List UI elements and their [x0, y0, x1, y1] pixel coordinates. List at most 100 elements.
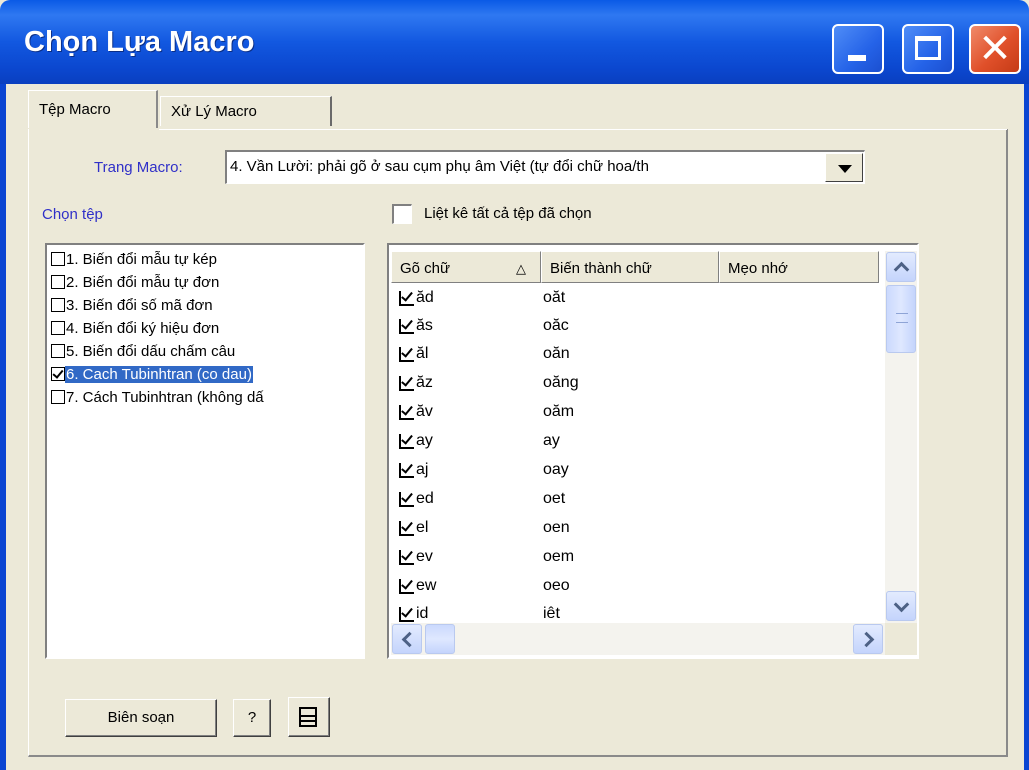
file-item[interactable]: 2. Biến đổi mẫu tự đơn [51, 274, 363, 296]
vertical-scrollbar[interactable] [885, 251, 917, 623]
go-chu-cell: ed [416, 490, 434, 507]
window-frame-right [1024, 84, 1029, 770]
column-header-label: Biến thành chữ [550, 260, 652, 277]
table-row[interactable]: ăv oăm [397, 401, 867, 429]
bien-thanh-cell: oeo [543, 577, 570, 594]
list-all-label: Liệt kê tất cả tệp đã chọn [424, 205, 592, 222]
row-checkbox[interactable] [399, 405, 414, 420]
bien-thanh-cell: oăc [543, 317, 569, 334]
chon-tep-label: Chọn tệp [42, 206, 103, 223]
row-checkbox[interactable] [399, 319, 414, 334]
go-chu-cell: ăv [416, 403, 433, 420]
trang-macro-select[interactable]: 4. Vần Lười: phải gõ ở sau cụm phụ âm Vi… [225, 150, 865, 184]
title-bar[interactable]: Chọn Lựa Macro ✕ [0, 0, 1029, 84]
minimize-button[interactable] [832, 24, 884, 74]
row-checkbox[interactable] [399, 347, 414, 362]
table-row[interactable]: ay ay [397, 430, 867, 458]
tab-divider [159, 129, 1007, 130]
file-label: 1. Biến đổi mẫu tự kép [66, 251, 217, 268]
go-chu-cell: ăd [416, 289, 434, 306]
column-header-label: Mẹo nhớ [728, 260, 788, 277]
file-label: 4. Biến đổi ký hiệu đơn [66, 320, 220, 337]
table-row[interactable]: ăl oăn [397, 343, 867, 371]
table-row[interactable]: ăz oăng [397, 372, 867, 400]
scroll-down-button[interactable] [886, 591, 916, 621]
scroll-right-button[interactable] [853, 624, 883, 654]
scroll-up-button[interactable] [886, 252, 916, 282]
column-header-label: Gõ chữ [400, 260, 451, 277]
column-header-meo-nho[interactable]: Mẹo nhớ [719, 251, 879, 283]
close-button[interactable]: ✕ [969, 24, 1021, 74]
edit-button[interactable]: Biên soạn [65, 699, 217, 737]
go-chu-cell: ăl [416, 345, 429, 362]
file-item[interactable]: 5. Biến đổi dấu chấm câu [51, 343, 363, 365]
tab-xu-ly-macro[interactable]: Xử Lý Macro [160, 96, 332, 126]
maximize-button[interactable] [902, 24, 954, 74]
table-row[interactable]: ed oet [397, 488, 867, 516]
tab-tep-macro[interactable]: Tệp Macro [28, 90, 158, 128]
file-item[interactable]: 7. Cách Tubinhtran (không dấ [51, 389, 363, 411]
horizontal-scrollbar[interactable] [391, 623, 885, 655]
file-label: 2. Biến đổi mẫu tự đơn [66, 274, 220, 291]
scroll-down-icon [893, 596, 910, 613]
scroll-left-icon [401, 631, 418, 648]
file-checkbox[interactable] [51, 390, 65, 404]
file-checkbox[interactable] [51, 344, 65, 358]
bien-thanh-cell: ay [543, 432, 560, 449]
row-checkbox[interactable] [399, 463, 414, 478]
dropdown-button[interactable] [825, 153, 863, 182]
bien-thanh-cell: oet [543, 490, 566, 507]
file-list[interactable]: 1. Biến đổi mẫu tự kép 2. Biến đổi mẫu t… [45, 243, 365, 659]
file-item[interactable]: 3. Biến đổi số mã đơn [51, 297, 363, 319]
row-checkbox[interactable] [399, 579, 414, 594]
file-item[interactable]: 4. Biến đổi ký hiệu đơn [51, 320, 363, 342]
window-title: Chọn Lựa Macro [24, 26, 255, 58]
row-checkbox[interactable] [399, 434, 414, 449]
row-checkbox[interactable] [399, 291, 414, 306]
row-checkbox[interactable] [399, 550, 414, 565]
row-checkbox[interactable] [399, 492, 414, 507]
file-item-selected[interactable]: 6. Cach Tubinhtran (co dau) [51, 366, 363, 388]
row-checkbox[interactable] [399, 521, 414, 536]
table-row[interactable]: ew oeo [397, 575, 867, 603]
scroll-up-icon [893, 261, 910, 278]
go-chu-cell: id [416, 605, 429, 622]
go-chu-cell: ev [416, 548, 433, 565]
layout-button[interactable] [288, 697, 330, 737]
file-checkbox[interactable] [51, 252, 65, 266]
file-item[interactable]: 1. Biến đổi mẫu tự kép [51, 251, 363, 273]
column-header-bien-thanh-chu[interactable]: Biến thành chữ [541, 251, 719, 283]
table-row[interactable]: ev oem [397, 546, 867, 574]
row-checkbox[interactable] [399, 376, 414, 391]
scroll-left-button[interactable] [392, 624, 422, 654]
bien-thanh-cell: oen [543, 519, 570, 536]
go-chu-cell: ew [416, 577, 437, 594]
vertical-scroll-thumb[interactable] [886, 285, 916, 353]
table-row[interactable]: el oen [397, 517, 867, 545]
table-row[interactable]: ăs oăc [397, 315, 867, 343]
file-checkbox-checked[interactable] [51, 367, 65, 381]
column-header-go-chu[interactable]: Gõ chữ △ [391, 251, 541, 283]
file-label: 5. Biến đổi dấu chấm câu [66, 343, 236, 360]
list-all-checkbox[interactable] [392, 203, 412, 224]
bien-thanh-cell: iêt [543, 605, 560, 622]
table-row[interactable]: ăd oăt [397, 287, 867, 315]
go-chu-cell: ăz [416, 374, 433, 391]
row-checkbox[interactable] [399, 607, 414, 622]
bien-thanh-cell: oay [543, 461, 569, 478]
macro-grid[interactable]: Gõ chữ △ Biến thành chữ Mẹo nhớ ăd oăt ăs… [387, 243, 919, 659]
horizontal-scroll-thumb[interactable] [425, 624, 455, 654]
go-chu-cell: aj [416, 461, 429, 478]
go-chu-cell: ay [416, 432, 433, 449]
bien-thanh-cell: oăt [543, 289, 566, 306]
help-button[interactable]: ? [233, 699, 271, 737]
window-frame-left [0, 84, 6, 770]
list-all-option[interactable]: Liệt kê tất cả tệp đã chọn [392, 203, 592, 224]
file-checkbox[interactable] [51, 298, 65, 312]
file-checkbox[interactable] [51, 321, 65, 335]
macro-dialog: Chọn Lựa Macro ✕ Tệp Macro Xử Lý Macro T… [0, 0, 1029, 770]
table-row[interactable]: aj oay [397, 459, 867, 487]
file-checkbox[interactable] [51, 275, 65, 289]
sort-ascending-icon: △ [516, 261, 526, 276]
layout-icon [299, 707, 317, 727]
